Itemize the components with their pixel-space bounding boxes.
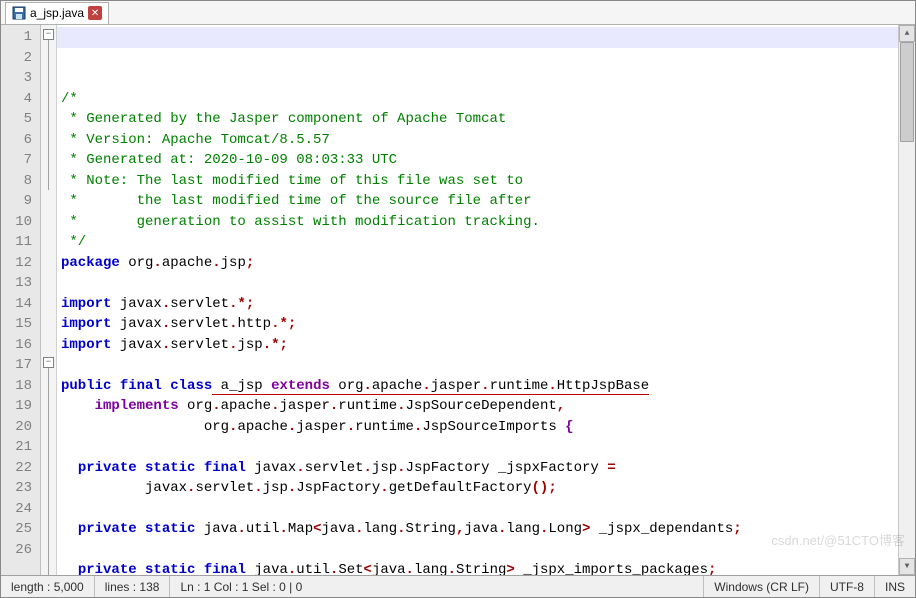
line-number: 9 (5, 191, 32, 212)
line-number-gutter: 1234567891011121314151617181920212223242… (1, 25, 41, 575)
line-number: 21 (5, 437, 32, 458)
status-eol[interactable]: Windows (CR LF) (704, 576, 820, 597)
save-icon (12, 6, 26, 20)
line-number: 5 (5, 109, 32, 130)
line-number: 1 (5, 27, 32, 48)
line-number: 17 (5, 355, 32, 376)
status-position: Ln : 1 Col : 1 Sel : 0 | 0 (170, 576, 704, 597)
line-number: 2 (5, 48, 32, 69)
code-line[interactable]: * Generated at: 2020-10-09 08:03:33 UTC (61, 150, 894, 171)
vertical-scrollbar[interactable]: ▲ ▼ (898, 25, 915, 575)
code-area[interactable]: /* * Generated by the Jasper component o… (57, 25, 898, 575)
code-line[interactable]: import javax.servlet.http.*; (61, 314, 894, 335)
code-line[interactable]: import javax.servlet.jsp.*; (61, 335, 894, 356)
code-line[interactable]: import javax.servlet.*; (61, 294, 894, 315)
line-number: 6 (5, 130, 32, 151)
code-line[interactable]: */ (61, 232, 894, 253)
line-number: 19 (5, 396, 32, 417)
line-number: 4 (5, 89, 32, 110)
current-line-highlight (57, 27, 898, 48)
status-encoding[interactable]: UTF-8 (820, 576, 875, 597)
fold-toggle-icon[interactable]: − (43, 357, 54, 368)
file-tab[interactable]: a_jsp.java ✕ (5, 2, 109, 24)
code-line[interactable]: * Version: Apache Tomcat/8.5.57 (61, 130, 894, 151)
code-line[interactable] (61, 437, 894, 458)
code-line[interactable] (61, 355, 894, 376)
code-line[interactable]: private static final java.util.Set<java.… (61, 560, 894, 575)
code-line[interactable]: implements org.apache.jasper.runtime.Jsp… (61, 396, 894, 417)
line-number: 20 (5, 417, 32, 438)
line-number: 16 (5, 335, 32, 356)
line-number: 7 (5, 150, 32, 171)
fold-column[interactable]: − − (41, 25, 57, 575)
line-number: 18 (5, 376, 32, 397)
line-number: 10 (5, 212, 32, 233)
line-number: 23 (5, 478, 32, 499)
code-line[interactable] (61, 540, 894, 561)
code-line[interactable]: * Generated by the Jasper component of A… (61, 109, 894, 130)
code-line[interactable]: public final class a_jsp extends org.apa… (61, 376, 894, 397)
line-number: 11 (5, 232, 32, 253)
code-line[interactable]: * the last modified time of the source f… (61, 191, 894, 212)
scroll-track[interactable] (899, 42, 915, 558)
line-number: 3 (5, 68, 32, 89)
editor[interactable]: 1234567891011121314151617181920212223242… (1, 25, 915, 575)
code-line[interactable]: private static java.util.Map<java.lang.S… (61, 519, 894, 540)
code-line[interactable]: org.apache.jasper.runtime.JspSourceImpor… (61, 417, 894, 438)
line-number: 12 (5, 253, 32, 274)
line-number: 15 (5, 314, 32, 335)
line-number: 14 (5, 294, 32, 315)
fold-toggle-icon[interactable]: − (43, 29, 54, 40)
code-line[interactable] (61, 273, 894, 294)
scroll-thumb[interactable] (900, 42, 914, 142)
code-line[interactable]: * Note: The last modified time of this f… (61, 171, 894, 192)
status-lines: lines : 138 (95, 576, 171, 597)
scroll-down-icon[interactable]: ▼ (899, 558, 915, 575)
line-number: 13 (5, 273, 32, 294)
tab-bar: a_jsp.java ✕ (1, 1, 915, 25)
code-line[interactable] (61, 499, 894, 520)
fold-guide (48, 368, 49, 575)
line-number: 22 (5, 458, 32, 479)
status-insert-mode[interactable]: INS (875, 576, 915, 597)
code-line[interactable]: * generation to assist with modification… (61, 212, 894, 233)
tab-filename: a_jsp.java (30, 6, 84, 20)
code-line[interactable]: private static final javax.servlet.jsp.J… (61, 458, 894, 479)
line-number: 26 (5, 540, 32, 561)
status-length: length : 5,000 (1, 576, 95, 597)
code-line[interactable]: /* (61, 89, 894, 110)
scroll-up-icon[interactable]: ▲ (899, 25, 915, 42)
line-number: 24 (5, 499, 32, 520)
close-icon[interactable]: ✕ (88, 6, 102, 20)
code-line[interactable]: javax.servlet.jsp.JspFactory.getDefaultF… (61, 478, 894, 499)
status-bar: length : 5,000 lines : 138 Ln : 1 Col : … (1, 575, 915, 597)
line-number: 8 (5, 171, 32, 192)
code-line[interactable]: package org.apache.jsp; (61, 253, 894, 274)
line-number: 25 (5, 519, 32, 540)
fold-guide (48, 40, 49, 190)
